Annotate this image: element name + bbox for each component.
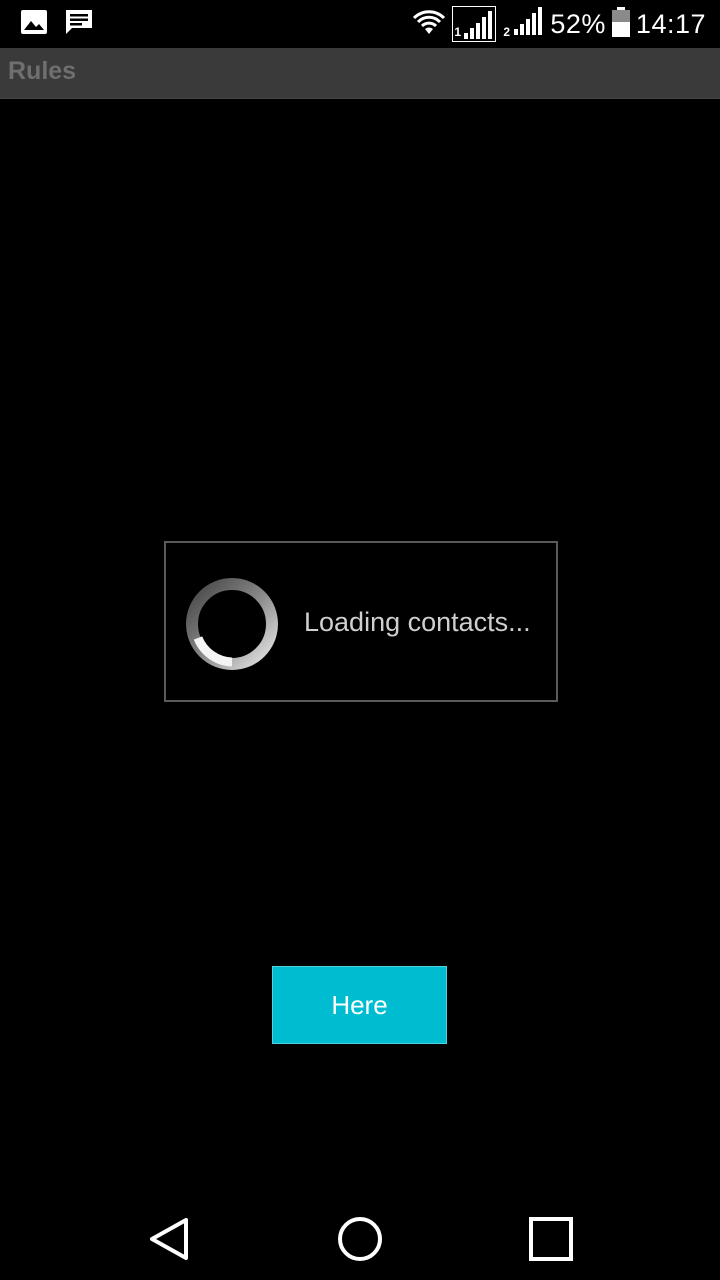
status-bar: 1 2 52% 14:17 bbox=[0, 0, 720, 48]
message-icon bbox=[64, 8, 94, 40]
home-icon[interactable] bbox=[335, 1214, 385, 1264]
sim2-label: 2 bbox=[503, 25, 511, 39]
battery-icon bbox=[611, 7, 630, 41]
loading-dialog: Loading contacts... bbox=[164, 541, 558, 702]
page-title: Rules bbox=[8, 57, 77, 85]
action-bar: Rules bbox=[0, 48, 720, 99]
battery-percent: 52% bbox=[550, 8, 606, 39]
back-icon[interactable] bbox=[146, 1214, 196, 1264]
notification-icons bbox=[20, 8, 94, 40]
signal-sim1-icon: 1 bbox=[452, 6, 497, 42]
sim1-label: 1 bbox=[454, 25, 462, 39]
system-status: 1 2 52% 14:17 bbox=[412, 4, 706, 44]
signal-sim2-icon: 2 bbox=[502, 7, 544, 41]
here-button[interactable]: Here bbox=[272, 966, 447, 1044]
image-icon bbox=[20, 8, 48, 40]
loading-spinner-icon bbox=[184, 576, 280, 672]
navigation-bar bbox=[0, 1190, 720, 1280]
wifi-icon bbox=[412, 8, 446, 40]
recents-icon[interactable] bbox=[526, 1214, 576, 1264]
clock: 14:17 bbox=[635, 8, 706, 39]
loading-message: Loading contacts... bbox=[304, 607, 531, 637]
